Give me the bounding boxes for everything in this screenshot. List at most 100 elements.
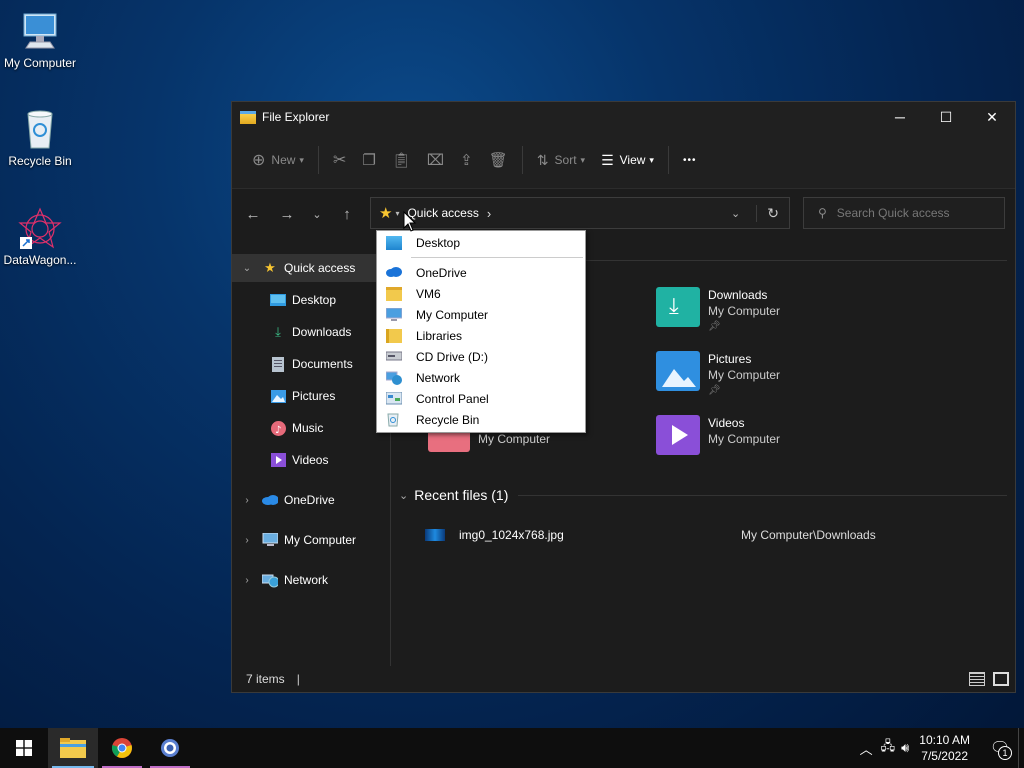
view-button[interactable]: ☰ View ▾	[593, 144, 662, 176]
command-bar: ⊕ New ▾ ✂ ❐ 📋︎ ⌧ ⇪ 🗑︎ ⇅ Sort ▾ ☰ View ▾ …	[232, 132, 1015, 189]
nav-videos[interactable]: Videos	[232, 446, 389, 474]
arrow-up-icon: ↑	[343, 205, 351, 223]
sort-button[interactable]: ⇅ Sort ▾	[529, 144, 593, 176]
address-bar[interactable]: ★ ▾ Quick access › ⌄ ↻	[370, 197, 790, 229]
delete-button[interactable]: 🗑︎	[481, 144, 516, 176]
nav-quick-access[interactable]: ⌄ ★ Quick access	[232, 254, 389, 282]
dropdown-item-network[interactable]: Network	[377, 368, 585, 388]
taskbar-chrome[interactable]	[98, 728, 146, 768]
folder-tile-videos[interactable]: Videos My Computer	[656, 415, 780, 455]
paste-button[interactable]: 📋︎	[384, 144, 419, 176]
dropdown-item-label: Control Panel	[416, 392, 489, 406]
sort-label: Sort	[554, 153, 577, 167]
close-button[interactable]: ✕	[969, 102, 1015, 132]
breadcrumb-quick-access[interactable]: Quick access	[407, 206, 478, 220]
network-status-icon[interactable]: 🖧︎	[881, 737, 896, 759]
notifications-button[interactable]: 🗨︎ 1	[982, 728, 1018, 768]
dropdown-item-label: OneDrive	[416, 266, 467, 280]
dropdown-separator	[411, 257, 583, 258]
start-button[interactable]	[0, 728, 48, 768]
chevron-up-icon[interactable]: ︿	[860, 739, 873, 758]
chevron-down-icon[interactable]: ⌄	[240, 263, 254, 274]
see-more-button[interactable]: •••	[675, 144, 705, 176]
maximize-button[interactable]: ☐	[923, 102, 969, 132]
nav-label: OneDrive	[284, 493, 335, 507]
chevron-right-icon[interactable]: ›	[240, 495, 254, 506]
plus-circle-icon: ⊕	[252, 152, 266, 169]
chevron-down-icon[interactable]: ▾	[395, 209, 399, 218]
rename-icon: ⌧	[426, 152, 445, 169]
image-file-icon	[425, 529, 445, 541]
volume-icon[interactable]: 🔊︎	[901, 740, 909, 756]
nav-label: Quick access	[284, 261, 356, 275]
dropdown-item-libraries[interactable]: Libraries	[377, 326, 585, 346]
taskbar-settings-app[interactable]	[146, 728, 194, 768]
status-separator: |	[296, 672, 300, 686]
dropdown-item-vm6[interactable]: VM6	[377, 284, 585, 304]
refresh-icon[interactable]: ↻	[756, 204, 779, 222]
desktop-icon-recycle-bin[interactable]: Recycle Bin	[0, 108, 80, 168]
desktop-icon-label: Recycle Bin	[8, 154, 72, 168]
nav-music[interactable]: ♪ Music	[232, 414, 389, 442]
dropdown-item-onedrive[interactable]: OneDrive	[377, 263, 585, 283]
chevron-right-icon[interactable]: ›	[240, 575, 254, 586]
cut-button[interactable]: ✂	[325, 144, 354, 176]
recent-locations-button[interactable]: ⌄	[304, 199, 330, 229]
nav-desktop[interactable]: Desktop	[232, 286, 389, 314]
view-list-icon: ☰	[601, 151, 614, 168]
chevron-right-icon[interactable]: ›	[240, 535, 254, 546]
recent-files-header[interactable]: ⌄ Recent files (1)	[399, 487, 1007, 503]
title-bar[interactable]: File Explorer ─ ☐ ✕	[232, 102, 1015, 132]
nav-label: My Computer	[284, 533, 357, 547]
nav-pictures[interactable]: Pictures	[232, 382, 389, 410]
folder-icon	[240, 110, 256, 124]
scissors-icon: ✂	[332, 152, 347, 169]
back-button[interactable]: ←	[236, 199, 270, 229]
folder-tile-pictures[interactable]: Pictures My Computer 📌︎	[656, 351, 780, 399]
new-button[interactable]: ⊕ New ▾	[244, 144, 312, 176]
copy-button[interactable]: ❐	[354, 144, 383, 176]
cd-drive-icon	[385, 350, 403, 364]
dropdown-item-my-computer[interactable]: My Computer	[377, 305, 585, 325]
nav-onedrive[interactable]: › OneDrive	[232, 486, 389, 514]
search-box[interactable]: ⚲ Search Quick access	[803, 197, 1005, 229]
large-icons-view-icon[interactable]	[993, 672, 1009, 686]
computer-icon	[385, 307, 403, 322]
folder-location: My Computer	[708, 432, 781, 446]
recent-file-row[interactable]: img0_1024x768.jpg My Computer\Downloads	[425, 524, 985, 546]
dropdown-item-recycle-bin[interactable]: Recycle Bin	[377, 410, 585, 430]
nav-downloads[interactable]: ⤓ Downloads	[232, 318, 389, 346]
dropdown-item-cd-drive[interactable]: CD Drive (D:)	[377, 347, 585, 367]
folder-tile-downloads[interactable]: ⤓ Downloads My Computer 📌︎	[656, 287, 780, 335]
rename-button[interactable]: ⌧	[419, 144, 452, 176]
taskbar-file-explorer[interactable]	[48, 728, 98, 768]
details-view-icon[interactable]	[969, 672, 985, 686]
address-history-chevron-icon[interactable]: ⌄	[731, 207, 740, 220]
desktop-icon-label: My Computer	[3, 56, 77, 70]
pin-icon: 📌︎	[708, 321, 721, 332]
dropdown-item-control-panel[interactable]: Control Panel	[377, 389, 585, 409]
desktop-icon-datawagon[interactable]: DataWagon...	[0, 207, 80, 267]
desktop-icon-label: DataWagon...	[3, 253, 77, 267]
nav-documents[interactable]: Documents	[232, 350, 389, 378]
computer-icon	[262, 532, 278, 548]
star-icon[interactable]: ★	[379, 204, 392, 222]
forward-button[interactable]: →	[270, 199, 304, 229]
nav-label: Downloads	[292, 325, 352, 339]
status-bar: 7 items |	[232, 666, 1015, 692]
minimize-button[interactable]: ─	[877, 102, 923, 132]
separator	[317, 146, 319, 174]
desktop-icon-my-computer[interactable]: My Computer	[0, 10, 80, 70]
new-label: New	[271, 153, 296, 167]
show-desktop-button[interactable]	[1018, 728, 1024, 768]
nav-network[interactable]: › Network	[232, 566, 389, 594]
folder-icon	[386, 287, 402, 301]
share-button[interactable]: ⇪	[452, 144, 481, 176]
dropdown-item-desktop[interactable]: Desktop	[377, 233, 585, 253]
chevron-down-icon[interactable]: ⌄	[399, 489, 408, 502]
nav-my-computer[interactable]: › My Computer	[232, 526, 389, 554]
breadcrumb-chevron[interactable]: ›	[487, 206, 491, 221]
up-button[interactable]: ↑	[330, 199, 364, 229]
separator	[667, 146, 669, 174]
clock[interactable]: 10:10 AM 7/5/2022	[919, 732, 970, 764]
